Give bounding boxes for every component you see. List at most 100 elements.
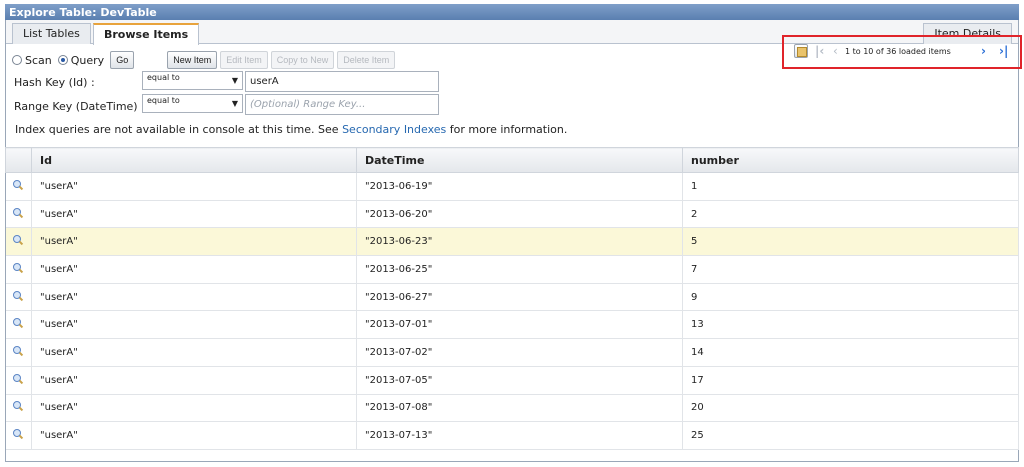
query-toolbar: Scan Query Go New Item Edit Item Copy to… (12, 51, 398, 69)
cell-id: "userA" (31, 172, 357, 201)
cell-number: 9 (682, 283, 1019, 312)
cell-datetime: "2013-07-02" (356, 338, 683, 367)
cell-number: 7 (682, 255, 1019, 284)
table-row[interactable]: "userA" "2013-07-05" 17 (5, 366, 1019, 395)
table-row[interactable]: "userA" "2013-06-27" 9 (5, 283, 1019, 312)
pagination-count: 1 to 10 of 36 loaded items (845, 47, 951, 56)
cell-id: "userA" (31, 227, 357, 257)
range-key-input[interactable]: (Optional) Range Key... (245, 94, 439, 115)
range-key-operator-select[interactable]: equal to ▼ (142, 94, 243, 113)
first-page-icon[interactable]: |‹ (815, 45, 824, 57)
cell-id: "userA" (31, 338, 357, 367)
view-item-cell (5, 172, 32, 201)
cell-number: 20 (682, 394, 1019, 423)
hash-key-operator-select[interactable]: equal to ▼ (142, 71, 243, 90)
magnifier-icon[interactable] (13, 179, 23, 190)
cell-datetime: "2013-07-08" (356, 394, 683, 423)
range-key-operator-value: equal to (147, 96, 180, 105)
cell-id: "userA" (31, 421, 357, 450)
cell-id: "userA" (31, 255, 357, 284)
range-key-label: Range Key (DateTime) : (14, 100, 145, 113)
view-item-cell (5, 338, 32, 367)
cell-number: 14 (682, 338, 1019, 367)
scan-radio[interactable] (12, 55, 22, 65)
cell-datetime: "2013-06-23" (356, 227, 683, 257)
view-item-cell (5, 394, 32, 423)
magnifier-icon[interactable] (13, 429, 23, 439)
icon-column-header (5, 147, 32, 173)
items-table: Id DateTime number "userA" "2013-06-19" 1 "… (5, 147, 1019, 450)
document-icon[interactable] (794, 44, 808, 58)
view-item-cell (5, 283, 32, 312)
table-row[interactable]: "userA" "2013-07-13" 25 (5, 421, 1019, 450)
cell-number: 2 (682, 200, 1019, 229)
cell-number: 5 (682, 227, 1019, 257)
cell-id: "userA" (31, 310, 357, 340)
column-header-datetime[interactable]: DateTime (356, 147, 683, 173)
cell-datetime: "2013-06-27" (356, 283, 683, 312)
hash-key-operator-value: equal to (147, 73, 180, 82)
table-row[interactable]: "userA" "2013-06-23" 5 (5, 227, 1019, 257)
query-radio[interactable] (57, 55, 68, 65)
cell-id: "userA" (31, 200, 357, 229)
cell-id: "userA" (31, 366, 357, 395)
magnifier-icon[interactable] (13, 345, 23, 356)
table-row[interactable]: "userA" "2013-06-20" 2 (5, 200, 1019, 229)
table-row[interactable]: "userA" "2013-07-08" 20 (5, 394, 1019, 423)
hash-key-input[interactable]: userA (245, 71, 439, 92)
column-header-id[interactable]: Id (31, 147, 357, 173)
query-label: Query (70, 53, 105, 67)
view-item-cell (5, 255, 32, 284)
last-page-icon[interactable]: ›| (999, 45, 1008, 57)
magnifier-icon[interactable] (13, 290, 23, 301)
info-text-after: for more information. (449, 123, 568, 136)
magnifier-icon[interactable] (13, 262, 23, 273)
cell-number: 17 (682, 366, 1019, 395)
go-button[interactable]: Go (110, 51, 135, 69)
magnifier-icon[interactable] (13, 318, 23, 328)
cell-number: 25 (682, 421, 1019, 450)
tab-list-tables[interactable]: List Tables (12, 23, 91, 44)
index-info-text: Index queries are not available in conso… (15, 123, 567, 136)
magnifier-icon[interactable] (13, 373, 23, 384)
edit-item-button[interactable]: Edit Item (220, 51, 268, 69)
magnifier-icon[interactable] (13, 401, 23, 411)
cell-datetime: "2013-07-13" (356, 421, 683, 450)
table-row[interactable]: "userA" "2013-07-02" 14 (5, 338, 1019, 367)
window-title: Explore Table: DevTable (5, 4, 1019, 20)
view-item-cell (5, 200, 32, 229)
cell-number: 1 (682, 172, 1019, 201)
copy-to-new-button[interactable]: Copy to New (270, 51, 335, 69)
next-page-icon[interactable]: › (981, 45, 986, 57)
column-header-number[interactable]: number (682, 147, 1019, 173)
chevron-down-icon: ▼ (231, 99, 238, 108)
secondary-indexes-link[interactable]: Secondary Indexes (342, 123, 446, 136)
cell-datetime: "2013-06-25" (356, 255, 683, 284)
magnifier-icon[interactable] (13, 235, 23, 245)
table-header-row: Id DateTime number (5, 147, 1019, 173)
hash-key-label: Hash Key (Id) : (14, 76, 95, 89)
table-row[interactable]: "userA" "2013-06-25" 7 (5, 255, 1019, 284)
tab-browse-items[interactable]: Browse Items (93, 23, 200, 45)
table-row[interactable]: "userA" "2013-06-19" 1 (5, 172, 1019, 201)
pagination-controls: |‹ ‹ 1 to 10 of 36 loaded items › ›| (782, 35, 1022, 69)
previous-page-icon[interactable]: ‹ (833, 45, 838, 57)
view-item-cell (5, 227, 32, 257)
info-text-before: Index queries are not available in conso… (15, 123, 343, 136)
cell-datetime: "2013-06-20" (356, 200, 683, 229)
new-item-button[interactable]: New Item (167, 51, 218, 69)
chevron-down-icon: ▼ (231, 76, 238, 85)
cell-number: 13 (682, 310, 1019, 340)
magnifier-icon[interactable] (13, 207, 23, 218)
view-item-cell (5, 310, 32, 340)
view-item-cell (5, 366, 32, 395)
delete-item-button[interactable]: Delete Item (337, 51, 396, 69)
cell-datetime: "2013-07-05" (356, 366, 683, 395)
cell-id: "userA" (31, 283, 357, 312)
scan-label: Scan (25, 53, 52, 67)
cell-id: "userA" (31, 394, 357, 423)
cell-datetime: "2013-07-01" (356, 310, 683, 340)
table-row[interactable]: "userA" "2013-07-01" 13 (5, 310, 1019, 340)
view-item-cell (5, 421, 32, 450)
cell-datetime: "2013-06-19" (356, 172, 683, 201)
